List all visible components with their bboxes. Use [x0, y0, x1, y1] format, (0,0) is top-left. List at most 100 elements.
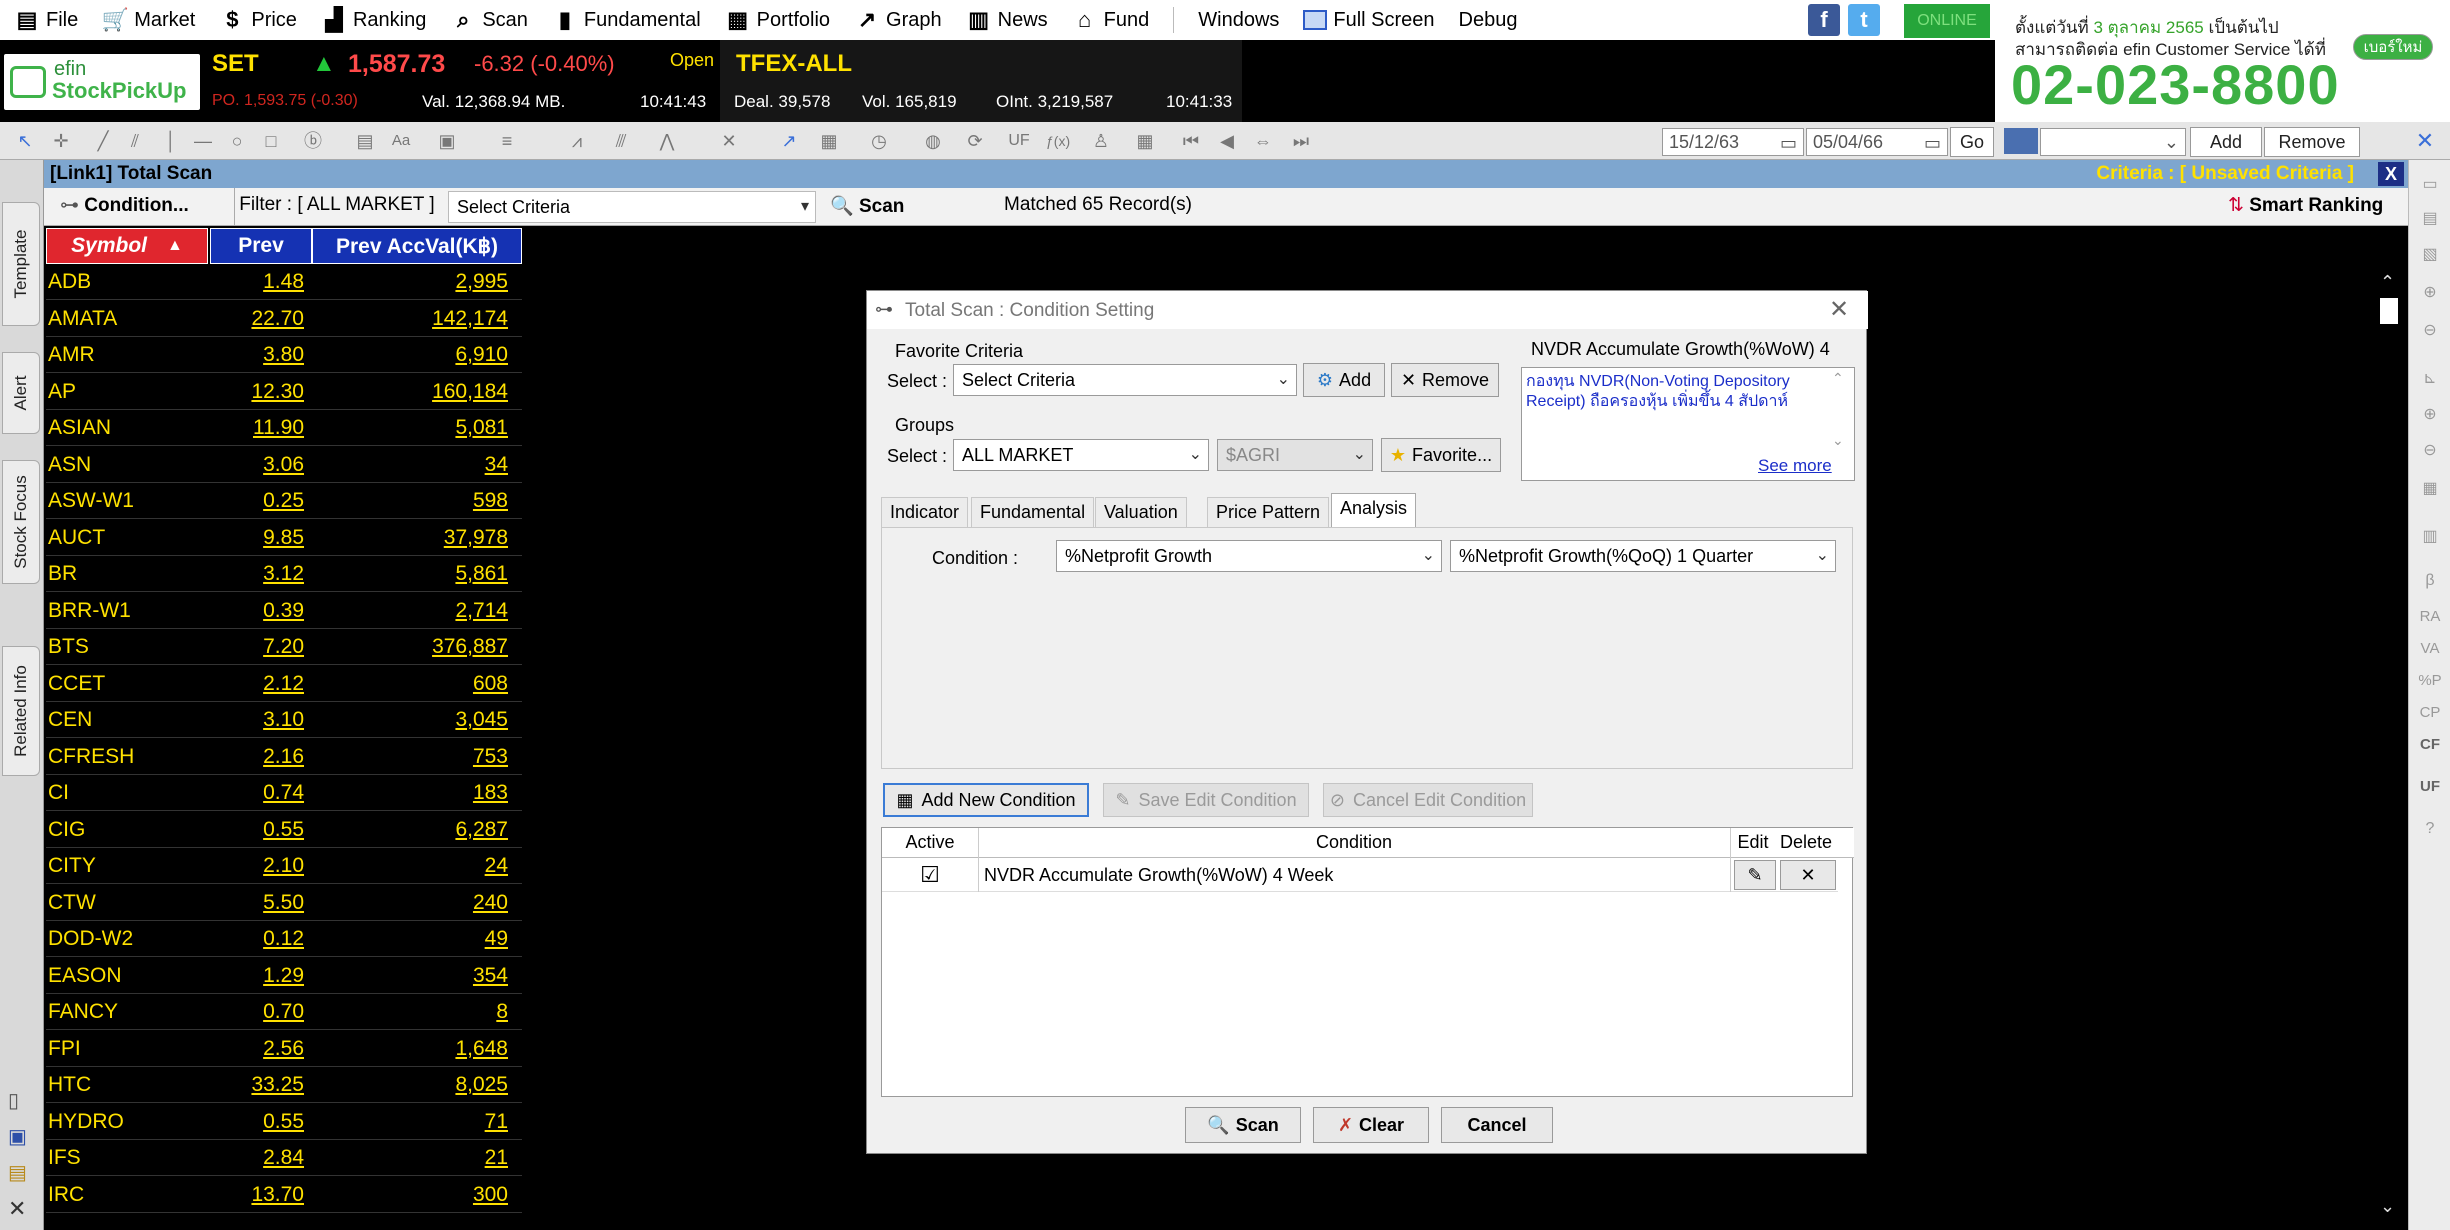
first-icon[interactable]: ⏮	[1180, 131, 1202, 151]
refresh-icon[interactable]: ⟳	[964, 131, 986, 151]
favorite-criteria-dropdown[interactable]: Select Criteria ⌄	[953, 364, 1297, 396]
window-icon[interactable]: ▭	[2417, 174, 2443, 194]
favorite-group-button[interactable]: ★ Favorite...	[1381, 438, 1501, 472]
scroll-up-icon[interactable]: ⌃	[1832, 370, 1844, 387]
delete-drawing-icon[interactable]: ✕	[718, 131, 740, 151]
cp-icon[interactable]: CP	[2417, 704, 2443, 721]
table-row[interactable]: FPI 2.56 1,648	[46, 1031, 522, 1067]
prev-cell[interactable]: 33.25	[210, 1067, 304, 1103]
go-button[interactable]: Go	[1950, 127, 1994, 157]
prev-cell[interactable]: 0.55	[210, 1104, 304, 1140]
prev-accval-cell[interactable]: 160,184	[312, 374, 508, 410]
prev-cell[interactable]: 0.55	[210, 812, 304, 848]
close-icon[interactable]: ✕	[8, 1196, 26, 1222]
table-row[interactable]: ADB 1.48 2,995	[46, 264, 522, 300]
date-from-input[interactable]: 15/12/63 ▭	[1662, 128, 1804, 156]
prev-cell[interactable]: 2.12	[210, 666, 304, 702]
table-row[interactable]: CEN 3.10 3,045	[46, 702, 522, 738]
scan-close-button[interactable]: X	[2378, 162, 2404, 186]
layout-icon[interactable]: ▤	[2417, 208, 2443, 228]
uf-side-icon[interactable]: UF	[2417, 778, 2443, 795]
cursor-mode-icon[interactable]: ↗	[778, 131, 800, 151]
prev-icon[interactable]: ◀	[1216, 131, 1238, 151]
cf-icon[interactable]: CF	[2417, 736, 2443, 753]
prev-accval-cell[interactable]: 21	[312, 1140, 508, 1176]
add-circle-icon[interactable]: ⊕	[2417, 282, 2443, 302]
table-row[interactable]: CTW 5.50 240	[46, 885, 522, 921]
service-banner[interactable]: ตั้งแต่วันที่ 3 ตุลาคม 2565 เป็นต้นไป สา…	[1995, 0, 2450, 122]
table-view-icon[interactable]: ▥	[2417, 526, 2443, 546]
dialog-close-icon[interactable]: ✕	[1829, 295, 1849, 324]
cancel-button[interactable]: Cancel	[1441, 1107, 1553, 1143]
table-row[interactable]: HYDRO 0.55 71	[46, 1104, 522, 1140]
table-row[interactable]: BTS 7.20 376,887	[46, 629, 522, 665]
header-symbol[interactable]: Symbol ▲	[46, 228, 208, 264]
subgroup-dropdown[interactable]: $AGRI ⌄	[1217, 439, 1373, 471]
condition-detail-dropdown[interactable]: %Netprofit Growth(%QoQ) 1 Quarter ⌄	[1450, 540, 1836, 572]
prev-accval-cell[interactable]: 5,861	[312, 556, 508, 592]
save-icon[interactable]: ▣	[8, 1124, 27, 1149]
remove-button[interactable]: Remove	[2264, 127, 2360, 157]
table-row[interactable]: HTC 33.25 8,025	[46, 1067, 522, 1103]
remove-favorite-button[interactable]: ✕ Remove	[1391, 363, 1499, 397]
menu-ranking[interactable]: ▟ Ranking	[321, 7, 426, 33]
prev-cell[interactable]: 22.70	[210, 301, 304, 337]
table-row[interactable]: IFS 2.84 21	[46, 1140, 522, 1176]
formula-icon[interactable]: ƒ(x)	[1046, 131, 1070, 151]
close-panel-icon[interactable]: ✕	[2414, 130, 2436, 152]
prev-accval-cell[interactable]: 183	[312, 775, 508, 811]
crosshair-icon[interactable]: ✛	[50, 131, 72, 151]
prev-accval-cell[interactable]: 3,045	[312, 702, 508, 738]
prev-cell[interactable]: 0.25	[210, 483, 304, 519]
pointer-icon[interactable]: ↖	[14, 131, 36, 151]
grid-icon[interactable]: ▦	[2417, 478, 2443, 498]
prev-accval-cell[interactable]: 71	[312, 1104, 508, 1140]
prev-accval-cell[interactable]: 6,287	[312, 812, 508, 848]
prev-cell[interactable]: 7.20	[210, 629, 304, 665]
menu-file[interactable]: ▤ File	[14, 7, 79, 33]
help-icon[interactable]: ?	[2417, 820, 2443, 838]
menu-price[interactable]: $ Price	[219, 7, 297, 33]
tab-fundamental[interactable]: Fundamental	[971, 497, 1095, 527]
clock-icon[interactable]: ◷	[868, 131, 890, 151]
globe-icon[interactable]: ◍	[922, 131, 944, 151]
tab-analysis[interactable]: Analysis	[1331, 493, 1417, 527]
scroll-thumb[interactable]	[2380, 298, 2398, 324]
tab-template[interactable]: Template	[2, 202, 40, 326]
prev-cell[interactable]: 11.90	[210, 410, 304, 446]
prev-cell[interactable]: 0.74	[210, 775, 304, 811]
prev-accval-cell[interactable]: 6,910	[312, 337, 508, 373]
active-checkbox[interactable]: ☑	[882, 862, 978, 888]
copy-icon[interactable]: ▧	[2417, 244, 2443, 264]
va-icon[interactable]: VA	[2417, 640, 2443, 657]
prev-cell[interactable]: 0.70	[210, 994, 304, 1030]
prev-cell[interactable]: 3.80	[210, 337, 304, 373]
prev-accval-cell[interactable]: 598	[312, 483, 508, 519]
display-icon[interactable]: ▣	[436, 131, 458, 151]
add-favorite-button[interactable]: ⚙ Add	[1303, 363, 1385, 397]
cancel-edit-condition-button[interactable]: ⊘ Cancel Edit Condition	[1323, 783, 1533, 817]
prev-accval-cell[interactable]: 37,978	[312, 520, 508, 556]
menu-market[interactable]: 🛒 Market	[102, 7, 196, 33]
vertical-line-icon[interactable]: │	[160, 131, 182, 151]
circle-icon[interactable]: ○	[226, 131, 248, 151]
prev-accval-cell[interactable]: 8	[312, 994, 508, 1030]
pattern-icon[interactable]: ⋀	[656, 131, 678, 151]
table-row[interactable]: BRR-W1 0.39 2,714	[46, 593, 522, 629]
group-dropdown[interactable]: ALL MARKET ⌄	[953, 439, 1209, 471]
prev-cell[interactable]: 1.48	[210, 264, 304, 300]
dialog-scan-button[interactable]: 🔍 Scan	[1185, 1107, 1301, 1143]
prev-accval-cell[interactable]: 142,174	[312, 301, 508, 337]
remove-circle-icon[interactable]: ⊖	[2417, 320, 2443, 340]
facebook-icon[interactable]: f	[1808, 4, 1840, 36]
scroll-up-icon[interactable]: ⌃	[2380, 272, 2395, 293]
date-to-input[interactable]: 05/04/66 ▭	[1806, 128, 1948, 156]
prev-accval-cell[interactable]: 5,081	[312, 410, 508, 446]
prev-accval-cell[interactable]: 2,714	[312, 593, 508, 629]
prev-cell[interactable]: 9.85	[210, 520, 304, 556]
condition-button[interactable]: ⊶ Condition...	[60, 194, 189, 217]
delete-condition-button[interactable]: ✕	[1780, 860, 1836, 890]
menu-graph[interactable]: ↗ Graph	[854, 7, 942, 33]
prev-cell[interactable]: 2.84	[210, 1140, 304, 1176]
header-prev[interactable]: Prev	[210, 228, 312, 264]
